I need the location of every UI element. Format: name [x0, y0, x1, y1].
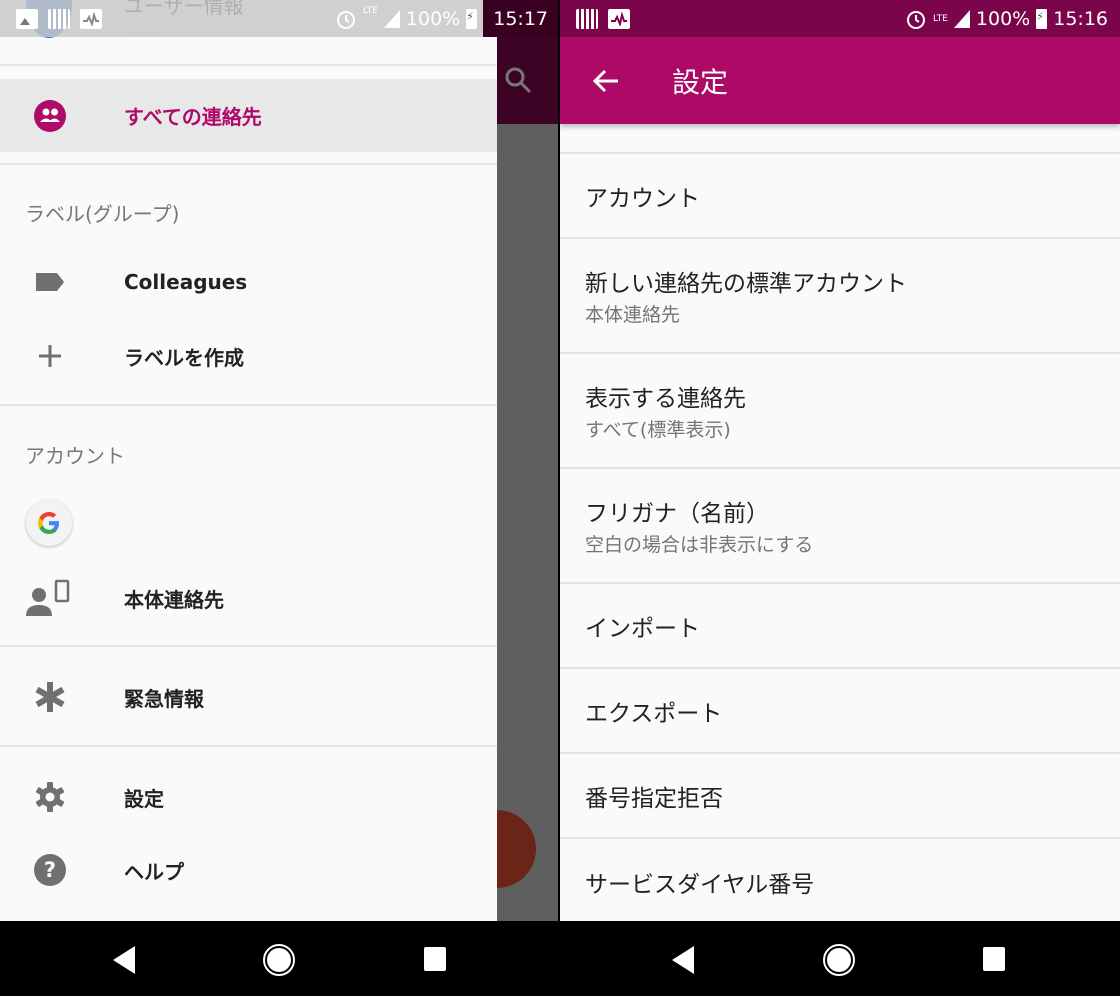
- pulse-icon: [80, 8, 102, 29]
- settings-item-title: エクスポート: [585, 700, 723, 727]
- settings-item-import[interactable]: インポート: [560, 584, 1120, 669]
- contacts-drawer-screen: ユーザー情報 すべての連絡先 ラベル(グループ) Colleagues: [0, 0, 558, 996]
- drawer-item-label: 設定: [124, 786, 164, 811]
- labels-section-title: ラベル(グループ): [25, 202, 180, 226]
- arrow-back-icon: [592, 69, 618, 93]
- settings-item-title: 表示する連絡先: [585, 386, 746, 412]
- settings-item-title: 新しい連絡先の標準アカウント: [585, 271, 907, 297]
- svg-text:?: ?: [44, 858, 56, 882]
- home-nav-icon[interactable]: [822, 943, 856, 977]
- settings-item-contacts-to-display[interactable]: 表示する連絡先 すべて(標準表示): [560, 354, 1120, 469]
- navigation-bar: [0, 921, 558, 996]
- grid-app-icon: [48, 8, 70, 29]
- divider: [0, 745, 497, 747]
- label-icon: [33, 265, 67, 299]
- navigation-bar: [560, 921, 1120, 996]
- drawer-item-label: 本体連絡先: [124, 587, 224, 612]
- google-icon: [26, 500, 72, 546]
- battery-percent: 100%: [975, 7, 1031, 30]
- drawer-item-label: すべての連絡先: [124, 105, 262, 129]
- status-time: 15:17: [493, 7, 548, 30]
- alarm-icon: [336, 10, 355, 29]
- navigation-drawer: ユーザー情報 すべての連絡先 ラベル(グループ) Colleagues: [0, 0, 497, 921]
- drawer-item-all-contacts[interactable]: すべての連絡先: [0, 79, 497, 152]
- recents-nav-icon[interactable]: [983, 947, 1005, 971]
- gear-icon: [33, 780, 67, 814]
- battery-charging-icon: [466, 8, 478, 29]
- battery-percent: 100%: [405, 7, 461, 30]
- back-nav-icon[interactable]: [111, 945, 137, 975]
- drawer-item-create-label[interactable]: ラベルを作成: [0, 320, 497, 392]
- settings-item-export[interactable]: エクスポート: [560, 669, 1120, 754]
- signal-icon: [953, 9, 970, 28]
- page-title: 設定: [672, 65, 729, 99]
- settings-item-subtitle: すべて(標準表示): [585, 419, 731, 441]
- search-icon[interactable]: [504, 66, 534, 96]
- drawer-item-settings[interactable]: 設定: [0, 761, 497, 833]
- settings-item-title: 番号指定拒否: [585, 785, 723, 812]
- drawer-item-label-colleagues[interactable]: Colleagues: [0, 246, 497, 318]
- drawer-item-google-account[interactable]: [0, 487, 497, 559]
- network-type: LTE: [362, 6, 378, 16]
- back-button[interactable]: [586, 61, 626, 101]
- device-contacts-icon: [26, 579, 72, 616]
- photo-icon: [16, 8, 38, 29]
- drawer-item-help[interactable]: ? ヘルプ: [0, 834, 497, 906]
- drawer-item-label: Colleagues: [124, 270, 248, 294]
- settings-list: アカウント 新しい連絡先の標準アカウント 本体連絡先 表示する連絡先 すべて(標…: [560, 124, 1120, 924]
- asterisk-icon: [33, 680, 67, 714]
- alarm-icon: [906, 10, 925, 29]
- divider: [0, 404, 497, 406]
- drawer-item-label: ラベルを作成: [124, 345, 244, 370]
- app-bar: 設定: [560, 37, 1120, 124]
- back-nav-icon[interactable]: [670, 945, 696, 975]
- settings-item-service-dial-numbers[interactable]: サービスダイヤル番号: [560, 839, 1120, 924]
- help-icon: ?: [33, 853, 67, 887]
- divider: [0, 163, 497, 165]
- signal-icon: [383, 9, 400, 28]
- settings-item-title: インポート: [585, 615, 700, 642]
- drawer-item-device-contacts[interactable]: 本体連絡先: [0, 562, 497, 634]
- settings-item-title: アカウント: [585, 185, 700, 212]
- divider: [0, 645, 497, 647]
- recents-nav-icon[interactable]: [424, 947, 446, 971]
- settings-item-default-account[interactable]: 新しい連絡先の標準アカウント 本体連絡先: [560, 239, 1120, 354]
- status-time: 15:16: [1053, 7, 1108, 30]
- pulse-icon: [608, 8, 630, 29]
- grid-app-icon: [576, 8, 598, 29]
- accounts-section-title: アカウント: [25, 444, 125, 468]
- divider: [0, 64, 497, 66]
- drawer-item-emergency-info[interactable]: 緊急情報: [0, 661, 497, 733]
- status-bar: LTE 100% 15:16: [560, 0, 1120, 37]
- settings-item-subtitle: 空白の場合は非表示にする: [585, 534, 814, 556]
- settings-item-title: サービスダイヤル番号: [585, 871, 815, 898]
- status-bar: LTE 100% 15:17: [0, 0, 558, 37]
- settings-item-title: フリガナ（名前）: [585, 501, 769, 527]
- people-icon: [33, 99, 67, 133]
- settings-item-accounts[interactable]: アカウント: [560, 154, 1120, 239]
- settings-item-subtitle: 本体連絡先: [585, 304, 681, 326]
- settings-item-blocked-numbers[interactable]: 番号指定拒否: [560, 754, 1120, 839]
- drawer-item-label: 緊急情報: [124, 686, 204, 711]
- home-nav-icon[interactable]: [262, 943, 296, 977]
- drawer-item-label: ヘルプ: [124, 859, 184, 884]
- settings-screen: LTE 100% 15:16 設定 アカウント 新しい連絡先の標準アカウント 本…: [560, 0, 1120, 996]
- settings-item-phonetic-name[interactable]: フリガナ（名前） 空白の場合は非表示にする: [560, 469, 1120, 584]
- network-type: LTE: [932, 13, 948, 24]
- battery-charging-icon: [1036, 8, 1048, 29]
- list-top-spacer: [560, 124, 1120, 154]
- plus-icon: [33, 339, 67, 373]
